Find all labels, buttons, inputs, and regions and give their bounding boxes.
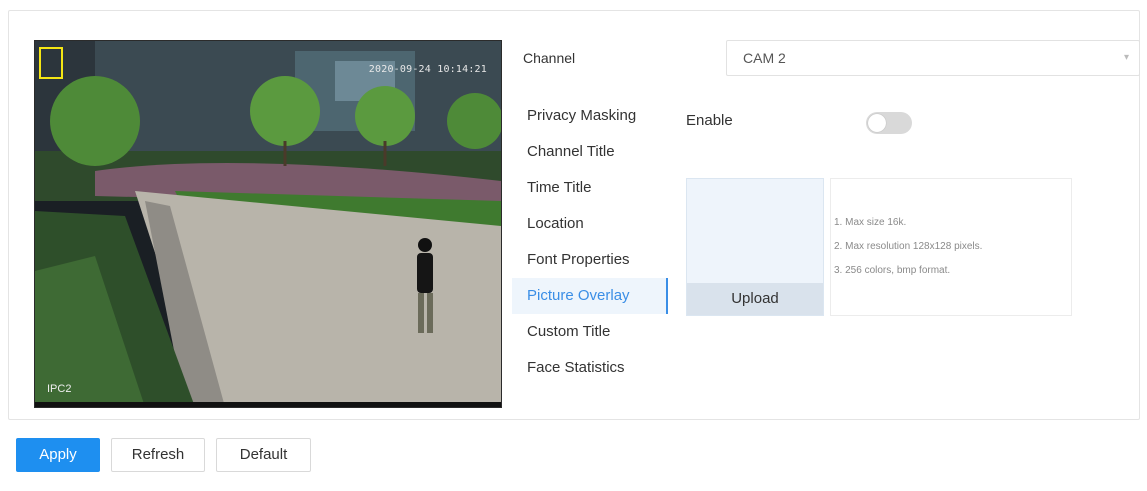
menu-item-location[interactable]: Location	[512, 206, 668, 242]
upload-preview-area: Upload	[686, 178, 824, 316]
hint-max-resolution: 2. Max resolution 128x128 pixels.	[834, 241, 983, 252]
enable-label: Enable	[686, 112, 733, 129]
enable-toggle[interactable]	[866, 112, 912, 134]
apply-button[interactable]: Apply	[16, 438, 100, 472]
osd-menu: Privacy Masking Channel Title Time Title…	[512, 98, 668, 386]
refresh-button[interactable]: Refresh	[111, 438, 205, 472]
menu-item-time-title[interactable]: Time Title	[512, 170, 668, 206]
menu-item-face-statistics[interactable]: Face Statistics	[512, 350, 668, 386]
hint-color-format: 3. 256 colors, bmp format.	[834, 265, 951, 276]
upload-requirements: 1. Max size 16k. 2. Max resolution 128x1…	[830, 178, 1072, 316]
channel-select[interactable]: CAM 2 ▾	[726, 40, 1140, 76]
menu-item-font-properties[interactable]: Font Properties	[512, 242, 668, 278]
channel-select-value: CAM 2	[743, 50, 786, 66]
camera-scene	[35, 41, 501, 407]
menu-item-channel-title[interactable]: Channel Title	[512, 134, 668, 170]
video-timestamp: 2020-09-24 10:14:21	[368, 64, 487, 75]
menu-item-picture-overlay[interactable]: Picture Overlay	[512, 278, 668, 314]
picture-overlay-box[interactable]	[39, 47, 63, 79]
video-osd-label: IPC2	[47, 383, 72, 395]
video-preview[interactable]: 2020-09-24 10:14:21 IPC2	[34, 40, 502, 408]
toggle-knob	[868, 114, 886, 132]
channel-label: Channel	[523, 50, 576, 66]
menu-item-privacy-masking[interactable]: Privacy Masking	[512, 98, 668, 134]
video-timebar	[35, 402, 501, 407]
chevron-down-icon: ▾	[1123, 52, 1129, 63]
upload-button[interactable]: Upload	[687, 283, 823, 315]
default-button[interactable]: Default	[216, 438, 311, 472]
menu-item-custom-title[interactable]: Custom Title	[512, 314, 668, 350]
hint-max-size: 1. Max size 16k.	[834, 217, 907, 228]
